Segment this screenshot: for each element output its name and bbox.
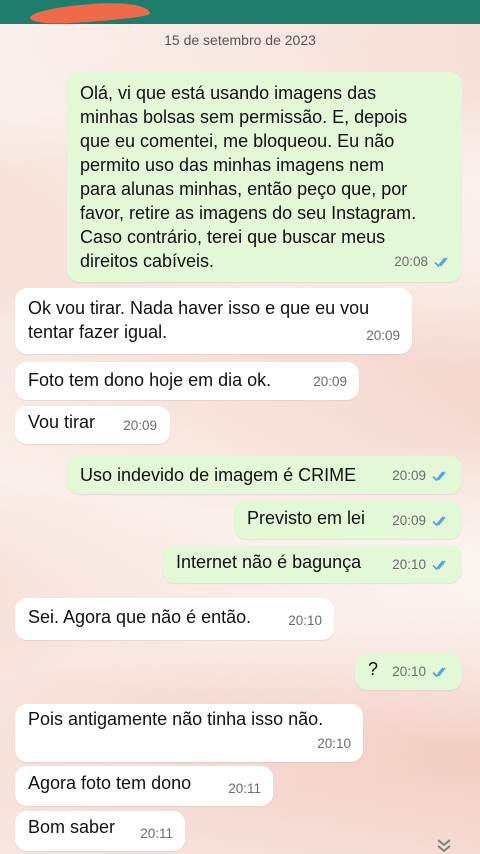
message-text: Sei. Agora que não é então. bbox=[28, 607, 252, 627]
message-meta: 20:10 bbox=[392, 553, 450, 577]
message-text: Agora foto tem dono bbox=[28, 773, 192, 793]
date-separator: 15 de setembro de 2023 bbox=[164, 32, 316, 48]
message-bubble-outgoing[interactable]: Previsto em lei 20:09 bbox=[234, 501, 462, 539]
message-meta: 20:11 bbox=[140, 822, 173, 846]
message-time: 20:10 bbox=[392, 557, 426, 572]
double-check-icon bbox=[432, 667, 446, 678]
message-meta: 20:09 bbox=[392, 464, 450, 488]
double-check-icon bbox=[434, 257, 448, 268]
message-time: 20:10 bbox=[392, 664, 426, 679]
message-text: Vou tirar bbox=[28, 412, 96, 432]
message-bubble-incoming[interactable]: Bom saber 20:11 bbox=[15, 811, 185, 851]
message-text: Internet não é bagunça bbox=[176, 552, 362, 572]
message-bubble-incoming[interactable]: Sei. Agora que não é então. 20:10 bbox=[15, 598, 334, 640]
double-check-icon bbox=[432, 560, 446, 571]
message-meta: 20:09 bbox=[366, 324, 400, 348]
message-meta: 20:10 bbox=[392, 660, 450, 684]
message-time: 20:10 bbox=[317, 736, 351, 751]
message-meta: 20:09 bbox=[313, 370, 347, 394]
message-bubble-incoming[interactable]: Pois antigamente não tinha isso não. 20:… bbox=[15, 704, 363, 762]
double-chevron-down-icon[interactable] bbox=[434, 838, 454, 854]
message-bubble-outgoing[interactable]: ? 20:10 bbox=[355, 654, 462, 690]
message-bubble-incoming[interactable]: Agora foto tem dono 20:11 bbox=[15, 766, 273, 806]
message-meta: 20:10 bbox=[288, 609, 322, 633]
message-text: Previsto em lei bbox=[247, 508, 366, 528]
message-text: Ok vou tirar. Nada haver isso e que eu v… bbox=[28, 298, 370, 342]
message-bubble-outgoing[interactable]: Internet não é bagunça 20:10 bbox=[163, 545, 462, 583]
double-check-icon bbox=[432, 471, 446, 482]
message-meta: 20:11 bbox=[228, 777, 261, 801]
message-text: Bom saber bbox=[28, 817, 116, 837]
double-check-icon bbox=[432, 516, 446, 527]
message-text: Olá, vi que está usando imagens das minh… bbox=[80, 83, 417, 271]
message-time: 20:09 bbox=[313, 374, 347, 389]
message-text: Uso indevido de imagem é CRIME bbox=[80, 465, 357, 485]
message-bubble-outgoing[interactable]: Olá, vi que está usando imagens das minh… bbox=[67, 72, 462, 282]
message-time: 20:10 bbox=[288, 613, 322, 628]
message-text: Pois antigamente não tinha isso não. bbox=[28, 709, 324, 729]
message-meta: 20:09 bbox=[392, 509, 450, 533]
message-meta: 20:09 bbox=[123, 414, 157, 438]
message-time: 20:11 bbox=[140, 826, 173, 841]
message-time: 20:09 bbox=[392, 468, 426, 483]
message-time: 20:08 bbox=[394, 254, 428, 269]
message-bubble-incoming[interactable]: Ok vou tirar. Nada haver isso e que eu v… bbox=[15, 288, 412, 354]
message-time: 20:09 bbox=[392, 513, 426, 528]
chat-header bbox=[0, 0, 480, 24]
message-meta: 20:10 bbox=[317, 732, 351, 756]
message-time: 20:09 bbox=[366, 328, 400, 343]
message-time: 20:09 bbox=[123, 418, 157, 433]
message-text: ? bbox=[368, 659, 379, 679]
message-meta: 20:08 bbox=[394, 250, 452, 274]
message-bubble-incoming[interactable]: Vou tirar 20:09 bbox=[15, 406, 170, 444]
message-bubble-outgoing[interactable]: Uso indevido de imagem é CRIME 20:09 bbox=[67, 456, 462, 494]
header-redaction-mark bbox=[29, 0, 151, 24]
message-bubble-incoming[interactable]: Foto tem dono hoje em dia ok. 20:09 bbox=[15, 362, 359, 400]
message-time: 20:11 bbox=[228, 781, 261, 796]
message-text: Foto tem dono hoje em dia ok. bbox=[28, 370, 272, 390]
